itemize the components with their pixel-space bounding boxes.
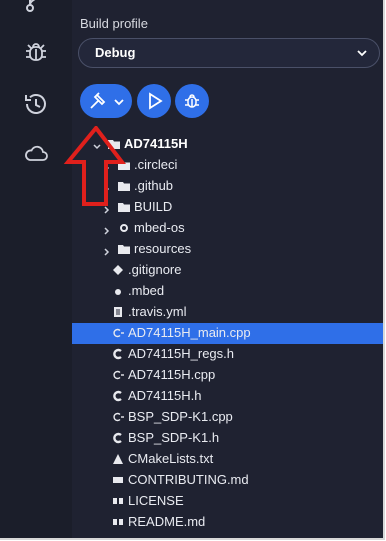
folder-label: .circleci — [134, 157, 178, 172]
cpp-file-icon — [112, 327, 124, 339]
folder-label: resources — [134, 241, 192, 256]
cmake-icon — [112, 453, 124, 465]
yaml-file-icon — [112, 306, 124, 318]
header-file-icon — [112, 348, 124, 360]
folder-label: mbed-os — [134, 220, 185, 235]
file-label: CMakeLists.txt — [128, 451, 214, 466]
file-label: .mbed — [128, 283, 165, 298]
build-dropdown-icon[interactable] — [113, 95, 125, 107]
build-profile-select[interactable]: Debug — [78, 38, 380, 68]
file-row[interactable]: AD74115H_main.cpp — [72, 323, 383, 344]
explorer-panel: Build profile Debug AD74115H .circleci .… — [72, 0, 383, 538]
build-profile-value: Debug — [95, 45, 136, 60]
folder-row[interactable]: resources — [72, 239, 383, 260]
header-file-icon — [112, 432, 124, 444]
cloud-icon[interactable] — [22, 140, 50, 168]
file-label: BSP_SDP-K1.h — [128, 430, 220, 445]
mbed-icon — [112, 285, 124, 297]
file-label: AD74115H.h — [128, 388, 202, 403]
file-row[interactable]: .gitignore — [72, 260, 383, 281]
file-label: AD74115H.cpp — [128, 367, 216, 382]
file-row[interactable]: CONTRIBUTING.md — [72, 470, 383, 491]
header-file-icon — [112, 390, 124, 402]
folder-icon — [118, 243, 130, 255]
build-profile-label: Build profile — [80, 16, 148, 31]
file-label: README.md — [128, 514, 206, 529]
file-row[interactable]: AD74115H.cpp — [72, 365, 383, 386]
folder-row[interactable]: mbed-os — [72, 218, 383, 239]
folder-label: BUILD — [134, 199, 173, 214]
folder-label: .github — [134, 178, 174, 193]
cpp-file-icon — [112, 411, 124, 423]
tree-root-label: AD74115H — [124, 136, 188, 151]
file-row[interactable]: AD74115H_regs.h — [72, 344, 383, 365]
debug-icon — [185, 94, 199, 108]
build-button[interactable] — [80, 84, 132, 118]
file-row[interactable]: BSP_SDP-K1.cpp — [72, 407, 383, 428]
bug-icon[interactable] — [22, 38, 50, 66]
debug-button[interactable] — [175, 84, 209, 118]
file-row[interactable]: .mbed — [72, 281, 383, 302]
file-label: .gitignore — [128, 262, 182, 277]
git-icon — [112, 264, 124, 276]
file-label: AD74115H_regs.h — [128, 346, 234, 361]
file-label: CONTRIBUTING.md — [128, 472, 249, 487]
run-button[interactable] — [137, 84, 171, 118]
hammer-icon — [88, 91, 108, 111]
annotation-arrow — [63, 126, 126, 206]
file-row[interactable]: BSP_SDP-K1.h — [72, 428, 383, 449]
file-row[interactable]: README.md — [72, 512, 383, 533]
chevron-right-icon — [102, 244, 112, 256]
file-row[interactable]: LICENSE — [72, 491, 383, 512]
chevron-down-icon — [355, 46, 369, 60]
file-label: LICENSE — [128, 493, 184, 508]
file-row[interactable]: CMakeLists.txt — [72, 449, 383, 470]
play-icon — [149, 92, 163, 110]
chevron-right-icon — [102, 223, 112, 235]
file-row[interactable]: .travis.yml — [72, 302, 383, 323]
file-label: AD74115H_main.cpp — [128, 325, 251, 340]
file-row[interactable]: AD74115H.h — [72, 386, 383, 407]
file-label: BSP_SDP-K1.cpp — [128, 409, 233, 424]
text-file-icon — [112, 495, 124, 507]
gear-icon — [118, 222, 130, 234]
source-control-icon[interactable] — [22, 0, 50, 16]
cpp-file-icon — [112, 369, 124, 381]
text-file-icon — [112, 516, 124, 528]
markdown-file-icon — [112, 474, 124, 486]
activity-bar — [0, 0, 72, 538]
app-frame: Build profile Debug AD74115H .circleci .… — [0, 0, 385, 540]
file-label: .travis.yml — [128, 304, 187, 319]
history-icon[interactable] — [22, 90, 50, 118]
